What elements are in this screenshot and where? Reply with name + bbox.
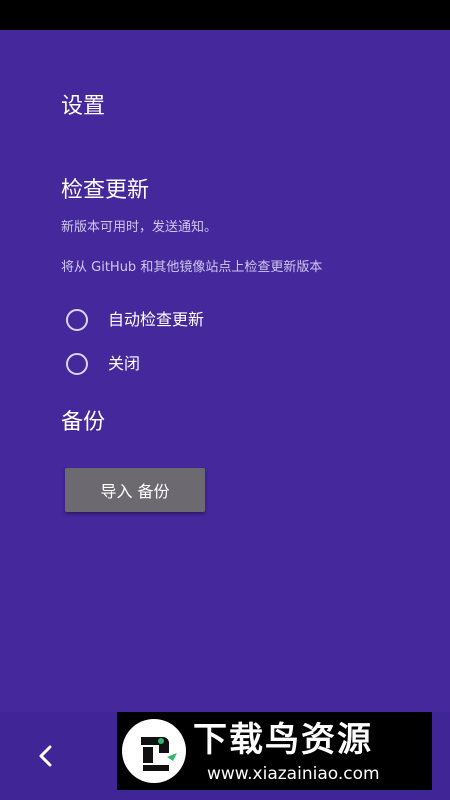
page-title: 设置 xyxy=(61,94,106,119)
radio-off[interactable]: 关闭 xyxy=(66,350,140,378)
update-section-title: 检查更新 xyxy=(61,178,150,203)
update-description: 新版本可用时，发送通知。 xyxy=(61,220,218,235)
radio-unchecked-icon[interactable] xyxy=(66,353,88,375)
chevron-left-icon[interactable] xyxy=(30,740,62,772)
watermark-title: 下载鸟资源 xyxy=(193,720,373,760)
import-backup-button[interactable]: 导入 备份 xyxy=(65,468,205,512)
radio-auto-check-update[interactable]: 自动检查更新 xyxy=(66,306,204,334)
bottom-navigation-bar: 下载鸟资源 www.xiazainiao.com xyxy=(0,712,450,800)
settings-content: 设置 检查更新 新版本可用时，发送通知。 将从 GitHub 和其他镜像站点上检… xyxy=(0,30,450,712)
backup-section-title: 备份 xyxy=(61,410,106,435)
watermark-url: www.xiazainiao.com xyxy=(207,764,380,784)
radio-label-off: 关闭 xyxy=(108,354,141,373)
status-bar xyxy=(0,0,450,30)
watermark-banner: 下载鸟资源 www.xiazainiao.com xyxy=(117,712,432,790)
bird-logo-icon xyxy=(121,717,187,785)
update-source-note: 将从 GitHub 和其他镜像站点上检查更新版本 xyxy=(61,260,323,275)
radio-unchecked-icon[interactable] xyxy=(66,309,88,331)
radio-label-auto-check: 自动检查更新 xyxy=(108,310,205,329)
